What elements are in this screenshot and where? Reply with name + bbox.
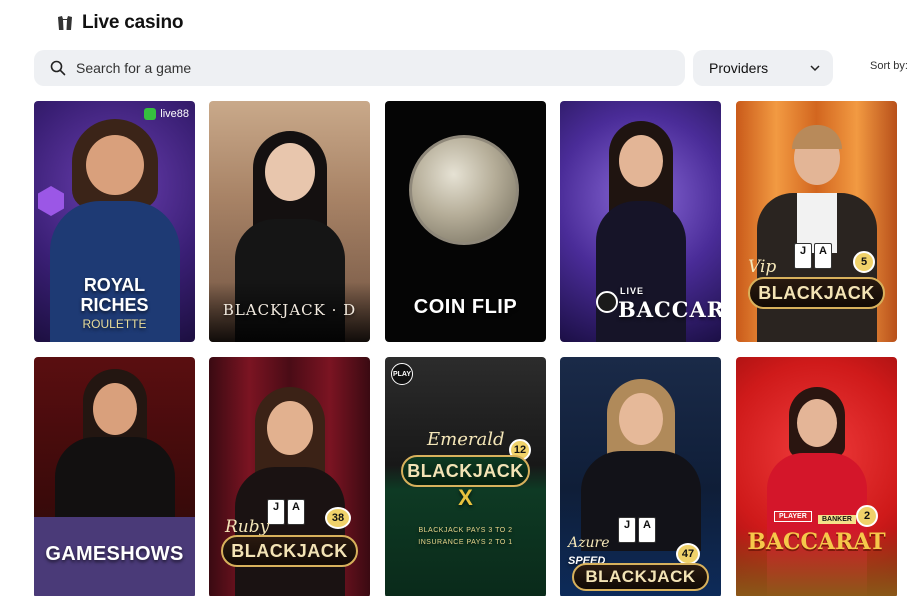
table-number-badge: 5 [853, 251, 875, 273]
table-number-badge: 47 [676, 543, 700, 565]
page-title: Live casino [82, 12, 184, 33]
search-bar[interactable] [34, 50, 685, 86]
game-title: ROYAL RICHES [80, 275, 149, 315]
rules-line-2: INSURANCE PAYS 2 TO 1 [418, 539, 513, 546]
game-prefix: Vip [748, 257, 777, 277]
table-number-badge: 38 [325, 507, 351, 529]
search-icon [50, 60, 66, 76]
dollar-chip-icon [596, 291, 618, 313]
page-header: Live casino [56, 10, 183, 36]
game-card-royal-riches[interactable]: live88 ROYAL RICHES ROULETTE [34, 101, 195, 342]
player-tag: PLAYER [774, 511, 812, 522]
coin-icon [409, 135, 519, 245]
providers-label: Providers [709, 60, 769, 76]
game-card-emerald-blackjack[interactable]: PLAY Emerald 12 BLACKJACK X BLACKJACK PA… [385, 357, 546, 596]
game-title: BLACKJACK · D [222, 301, 357, 319]
casino-table-icon [58, 16, 72, 30]
game-card-live-baccarat[interactable]: LIVE BACCARAT [560, 101, 721, 342]
playing-cards-icon: J A [618, 517, 656, 543]
sort-by-label[interactable]: Sort by: [870, 60, 908, 72]
game-subtitle: ROULETTE [82, 317, 147, 331]
game-card-azure-blackjack[interactable]: J A 47 Azure SPEED BLACKJACK [560, 357, 721, 596]
game-title: BLACKJACK [572, 563, 709, 591]
play-badge: PLAY [391, 363, 413, 385]
rules-line-1: BLACKJACK PAYS 3 TO 2 [418, 527, 513, 534]
game-card-coin-flip[interactable]: COIN FLIP [385, 101, 546, 342]
game-suffix: X [458, 485, 473, 510]
dealer-face [796, 399, 837, 447]
table-number-badge: 2 [856, 505, 878, 527]
game-title: BLACKJACK [221, 535, 358, 567]
game-card-gameshows[interactable]: GAMESHOWS [34, 357, 195, 596]
providers-dropdown[interactable]: Providers [693, 50, 833, 86]
live-badge: LIVE [620, 286, 645, 296]
game-title: BLACKJACK [748, 277, 885, 309]
game-title: GAMESHOWS [45, 543, 184, 565]
game-prefix: Emerald [427, 429, 505, 450]
banker-tag: BANKER [818, 515, 856, 524]
game-card-vip-blackjack[interactable]: J A 5 Vip BLACKJACK [736, 101, 897, 342]
dealer-face [266, 401, 313, 455]
game-title: BLACKJACK [401, 455, 530, 487]
playing-cards-icon: J A [267, 499, 305, 525]
game-title: COIN FLIP [413, 296, 518, 318]
dealer-face [264, 143, 315, 201]
dealer-face [92, 383, 137, 435]
game-card-blackjack-d[interactable]: BLACKJACK · D [209, 101, 370, 342]
game-prefix: Ruby [225, 517, 270, 537]
game-title: BACCARAT [747, 529, 886, 555]
game-prefix: Azure [568, 535, 610, 551]
search-input[interactable] [76, 60, 636, 76]
dealer-face [618, 135, 663, 187]
playing-cards-icon: J A [794, 243, 832, 269]
provider-badge: live88 [144, 108, 189, 120]
game-card-baccarat[interactable]: PLAYER BANKER 2 BACCARAT [736, 357, 897, 596]
game-title: BACCARAT [618, 297, 721, 322]
dealer-face-front [85, 135, 144, 195]
live88-logo-icon [144, 108, 157, 120]
chevron-down-icon [810, 65, 820, 72]
game-card-ruby-blackjack[interactable]: J A 38 Ruby BLACKJACK [209, 357, 370, 596]
dealer-face [618, 393, 663, 445]
